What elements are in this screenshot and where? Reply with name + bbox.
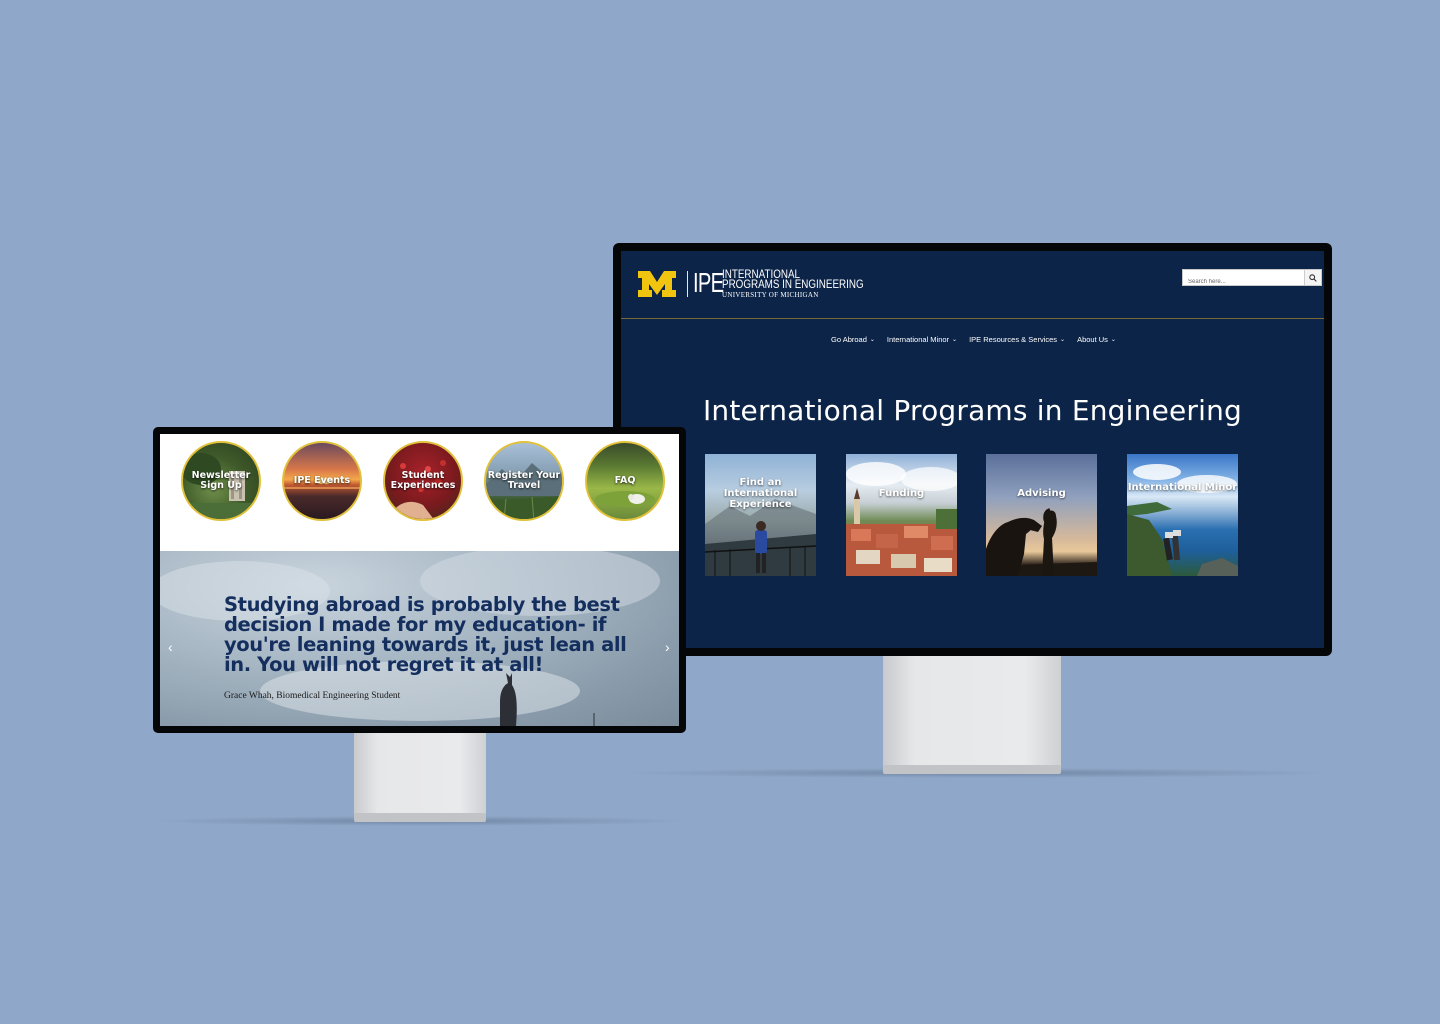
ipe-quick-links-screen: Newsletter Sign Up IPE Events Student Ex… bbox=[160, 434, 679, 726]
testimonial-attribution: Grace Whah, Biomedical Engineering Stude… bbox=[224, 691, 401, 701]
nav-international-minor[interactable]: International Minor ⌄ bbox=[887, 335, 957, 344]
circle-ipe-events[interactable]: IPE Events bbox=[282, 441, 362, 521]
chevron-right-icon: › bbox=[665, 639, 670, 655]
nav-label: IPE Resources & Services bbox=[969, 335, 1058, 344]
search-input[interactable] bbox=[1183, 274, 1301, 290]
card-photo bbox=[705, 499, 816, 576]
card-photo bbox=[1127, 464, 1238, 576]
card-label: International Minor bbox=[1127, 482, 1238, 493]
card-find-international-experience[interactable]: Find an International Experience bbox=[705, 454, 816, 576]
program-name-line2: PROGRAMS IN ENGINEERING bbox=[722, 277, 864, 291]
circle-label: Newsletter Sign Up bbox=[191, 470, 251, 491]
slider-prev-button[interactable]: ‹ bbox=[168, 639, 173, 655]
testimonial-quote: Studying abroad is probably the best dec… bbox=[224, 593, 627, 676]
ipe-homepage-screen: IPE INTERNATIONAL PROGRAMS IN ENGINEERIN… bbox=[621, 251, 1324, 648]
left-monitor-stand bbox=[354, 732, 486, 814]
university-name: UNIVERSITY OF MICHIGAN bbox=[722, 291, 819, 299]
search-icon bbox=[1309, 273, 1317, 282]
card-photo bbox=[986, 508, 1097, 576]
circle-register-your-travel[interactable]: Register Your Travel bbox=[484, 441, 564, 521]
circle-label: IPE Events bbox=[293, 475, 351, 486]
chevron-left-icon: ‹ bbox=[168, 639, 173, 655]
slider-next-button[interactable]: › bbox=[665, 639, 670, 655]
page-title: International Programs in Engineering bbox=[702, 394, 1243, 427]
card-label: Funding bbox=[878, 488, 925, 499]
left-monitor-stand-foot bbox=[354, 813, 486, 822]
nav-about-us[interactable]: About Us ⌄ bbox=[1077, 335, 1116, 344]
nav-label: Go Abroad bbox=[831, 335, 867, 344]
ipe-wordmark[interactable]: IPE bbox=[693, 267, 724, 299]
circle-student-experiences[interactable]: Student Experiences bbox=[383, 441, 463, 521]
block-m-logo[interactable] bbox=[637, 269, 677, 299]
circle-label: FAQ bbox=[614, 475, 636, 486]
circle-label: Student Experiences bbox=[390, 470, 456, 491]
chevron-down-icon: ⌄ bbox=[952, 337, 958, 343]
nav-label: About Us bbox=[1077, 335, 1108, 344]
card-label: Find an International Experience bbox=[723, 477, 798, 510]
chevron-down-icon: ⌄ bbox=[1060, 337, 1066, 343]
search-button[interactable] bbox=[1304, 270, 1321, 285]
circle-newsletter-sign-up[interactable]: Newsletter Sign Up bbox=[181, 441, 261, 521]
chevron-down-icon: ⌄ bbox=[1110, 337, 1116, 343]
right-monitor-stand-foot bbox=[883, 765, 1061, 774]
card-label: Advising bbox=[1017, 488, 1066, 499]
nav-label: International Minor bbox=[886, 335, 950, 344]
nav-ipe-resources[interactable]: IPE Resources & Services ⌄ bbox=[969, 335, 1065, 344]
circle-faq[interactable]: FAQ bbox=[585, 441, 665, 521]
card-advising[interactable]: Advising bbox=[986, 454, 1097, 576]
testimonial-slider: ‹ › Studying abroad is probably the best… bbox=[160, 551, 679, 726]
right-monitor-stand bbox=[883, 655, 1061, 767]
search-box bbox=[1182, 269, 1322, 290]
circle-label: Register Your Travel bbox=[487, 470, 561, 491]
quick-links-row: Newsletter Sign Up IPE Events Student Ex… bbox=[181, 441, 665, 521]
card-international-minor[interactable]: International Minor bbox=[1127, 454, 1238, 576]
chevron-down-icon: ⌄ bbox=[869, 337, 875, 343]
left-monitor: Newsletter Sign Up IPE Events Student Ex… bbox=[153, 427, 686, 733]
right-monitor: IPE INTERNATIONAL PROGRAMS IN ENGINEERIN… bbox=[613, 243, 1332, 656]
site-header: IPE INTERNATIONAL PROGRAMS IN ENGINEERIN… bbox=[621, 251, 1324, 319]
card-funding[interactable]: Funding bbox=[846, 454, 957, 576]
logo-divider bbox=[687, 271, 688, 297]
main-nav: Go Abroad ⌄ International Minor ⌄ IPE Reso… bbox=[621, 335, 1324, 344]
program-name[interactable]: INTERNATIONAL PROGRAMS IN ENGINEERING UN… bbox=[722, 268, 895, 300]
card-photo bbox=[846, 462, 957, 576]
nav-go-abroad[interactable]: Go Abroad ⌄ bbox=[831, 335, 875, 344]
